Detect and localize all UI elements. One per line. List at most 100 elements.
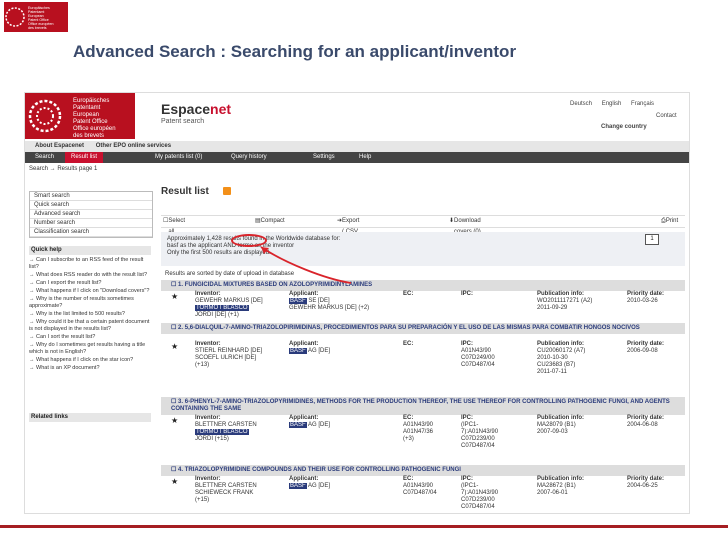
- quick-help-item[interactable]: → Why could it be that a certain patent …: [29, 319, 151, 333]
- ec-value[interactable]: C07D487/04: [403, 490, 437, 497]
- result-title[interactable]: TRIAZOLOPYRIMIDINE COMPOUNDS AND THEIR U…: [185, 467, 461, 473]
- applicant-value: BASF SE [DE]: [289, 298, 369, 305]
- result-details: ★ Inventor: GEWEHR MARKUS [DE] TORMO I BLA…: [161, 291, 685, 318]
- star-icon[interactable]: ★: [171, 343, 178, 351]
- lang-fr[interactable]: Français: [631, 101, 654, 107]
- ipc-label: IPC:: [461, 415, 473, 421]
- result-title[interactable]: 6-PHENYL-7-AMINO-TRIAZOLOPYRIMIDINES, ME…: [171, 399, 670, 412]
- rss-icon[interactable]: [223, 187, 231, 195]
- ipc-value: A01N43/90: [461, 348, 492, 354]
- quick-help-item[interactable]: → What happens if I click on the star ic…: [29, 357, 151, 364]
- inventor-value: JORDI [DE] (+1): [195, 312, 239, 318]
- quick-help-item[interactable]: → Why is the number of results sometimes…: [29, 296, 151, 310]
- result-number: 2.: [178, 325, 184, 331]
- pubinfo-value[interactable]: MA28672 (B1): [537, 483, 584, 490]
- brand-accent: net: [210, 101, 232, 117]
- inventor-highlight: TORMO I BLASCO: [195, 429, 249, 435]
- nav-other-services[interactable]: Other EPO online services: [96, 143, 171, 149]
- ec-value[interactable]: A01N47/36: [403, 429, 433, 436]
- pubinfo-value: 2007-06-01: [537, 490, 568, 496]
- tab-query-history[interactable]: Query history: [225, 152, 273, 163]
- lang-en[interactable]: English: [602, 101, 622, 107]
- inventor-value: BLETTNER CARSTEN: [195, 422, 257, 428]
- inventor-value: STIERL REINHARD [DE]: [195, 348, 263, 354]
- quick-help-item[interactable]: → Can I export the result list?: [29, 280, 151, 287]
- quick-help-item[interactable]: → Can I subscribe to an RSS feed of the …: [29, 257, 151, 271]
- applicant-value: BASF AG [DE]: [289, 348, 330, 355]
- compact-label: Compact: [260, 218, 285, 224]
- page-number-select[interactable]: 1: [645, 234, 659, 245]
- applicant-highlight: BASF: [289, 483, 307, 489]
- ipc-value: C07D487/04: [461, 504, 495, 510]
- sidebar-item-quick-search[interactable]: Quick search: [30, 201, 152, 210]
- nav-about-espacenet[interactable]: About Espacenet: [35, 143, 84, 149]
- print-button[interactable]: ⎙ Print: [661, 216, 678, 227]
- related-links-heading[interactable]: Related links: [29, 413, 151, 422]
- info-line: Only the first 500 results are displayed…: [167, 250, 271, 256]
- quick-help-item[interactable]: → Why do I sometimes get results having …: [29, 342, 151, 356]
- quick-help-item[interactable]: → What does RSS reader do with the resul…: [29, 272, 151, 279]
- priority-label: Priority date:: [627, 291, 665, 297]
- pubinfo-value[interactable]: WO2011117271 (A2): [537, 298, 592, 305]
- contact-link[interactable]: Contact: [656, 113, 677, 119]
- pubinfo-value[interactable]: CU20060172 (A7): [537, 348, 585, 355]
- tab-result-list[interactable]: Result list: [65, 152, 104, 163]
- quick-help-item[interactable]: → What is an XP document?: [29, 365, 151, 372]
- logo-line: des brevets: [28, 26, 47, 30]
- tab-help[interactable]: Help: [353, 152, 377, 163]
- quick-help-item[interactable]: → Why is the list limited to 500 results…: [29, 311, 151, 318]
- language-switcher: Deutsch English Français: [562, 101, 654, 107]
- inventor-value: BLETTNER CARSTEN: [195, 483, 257, 489]
- tab-search[interactable]: Search: [29, 152, 60, 163]
- sidebar-item-number-search[interactable]: Number search: [30, 219, 152, 228]
- lang-de[interactable]: Deutsch: [570, 101, 592, 107]
- ipc-value: C07D239/00: [461, 436, 495, 442]
- inventor-value: GEWEHR MARKUS [DE]: [195, 298, 263, 304]
- select-all-checkbox[interactable]: ☐ Select all: [163, 216, 185, 235]
- search-menu: Smart search Quick search Advanced searc…: [29, 191, 153, 238]
- epo-line: Patent Office: [73, 119, 108, 125]
- download-covers-button[interactable]: ⬇ Download covers (0): [449, 216, 481, 235]
- result-title-row[interactable]: ☐ 4. TRIAZOLOPYRIMIDINE COMPOUNDS AND TH…: [161, 465, 685, 476]
- sidebar-item-classification-search[interactable]: Classification search: [30, 228, 152, 237]
- ipc-label: IPC:: [461, 476, 473, 482]
- pubinfo-value: 2011-09-29: [537, 305, 568, 311]
- quick-help-item[interactable]: → What happens if I click on "Download c…: [29, 288, 151, 295]
- star-icon[interactable]: ★: [171, 478, 178, 486]
- tab-my-patents[interactable]: My patents list (0): [149, 152, 208, 163]
- ec-label: EC:: [403, 415, 414, 421]
- quick-help-item[interactable]: → Can I sort the result list?: [29, 334, 151, 341]
- result-title-row[interactable]: ☐ 3. 6-PHENYL-7-AMINO-TRIAZOLOPYRIMIDINE…: [161, 397, 685, 415]
- result-number: 1.: [178, 282, 184, 288]
- change-country-link[interactable]: Change country: [601, 124, 647, 130]
- export-button[interactable]: ➜ Export ( CSV | XLS ): [337, 216, 359, 257]
- result-list-title: Result list: [161, 186, 209, 197]
- ipc-value: C07D487/04: [461, 443, 495, 449]
- result-title[interactable]: 5,6-DIALQUIL-7-AMINO-TRIAZOLOPIRIMIDINAS…: [185, 325, 640, 331]
- espacenet-brand[interactable]: Espacenet: [161, 101, 231, 117]
- result-details: ★ Inventor: BLETTNER CARSTEN TORMO I BLASC…: [161, 415, 685, 449]
- services-nav: About Espacenet Other EPO online service…: [25, 141, 689, 152]
- priority-value: 2006-09-08: [627, 348, 658, 354]
- ipc-label: IPC:: [461, 341, 473, 347]
- compact-button[interactable]: ▤ Compact: [255, 216, 285, 227]
- star-icon[interactable]: ★: [171, 417, 178, 425]
- tab-settings[interactable]: Settings: [307, 152, 341, 163]
- priority-label: Priority date:: [627, 415, 665, 421]
- star-icon[interactable]: ★: [171, 293, 178, 301]
- pubinfo-label: Publication info:: [537, 415, 584, 421]
- result-title-row[interactable]: ☐ 1. FUNGICIDAL MIXTURES BASED ON AZOLOP…: [161, 280, 685, 291]
- ec-value[interactable]: A01N43/90: [403, 422, 433, 429]
- priority-value: 2004-06-25: [627, 483, 658, 489]
- sidebar-item-advanced-search[interactable]: Advanced search: [30, 210, 152, 219]
- ec-label: EC:: [403, 341, 414, 347]
- pubinfo-value[interactable]: MA28079 (B1): [537, 422, 584, 429]
- breadcrumb: Search → Results page 1: [29, 166, 98, 172]
- ec-value[interactable]: A01N43/90: [403, 483, 437, 490]
- result-title-row[interactable]: ☐ 2. 5,6-DIALQUIL-7-AMINO-TRIAZOLOPIRIMI…: [161, 323, 685, 334]
- pubinfo-value[interactable]: CU23683 (B7): [537, 362, 585, 369]
- quick-help-heading: Quick help: [29, 246, 151, 255]
- sidebar-item-smart-search[interactable]: Smart search: [30, 192, 152, 201]
- pubinfo-value: 2011-07-11: [537, 369, 567, 375]
- inventor-label: Inventor:: [195, 476, 221, 482]
